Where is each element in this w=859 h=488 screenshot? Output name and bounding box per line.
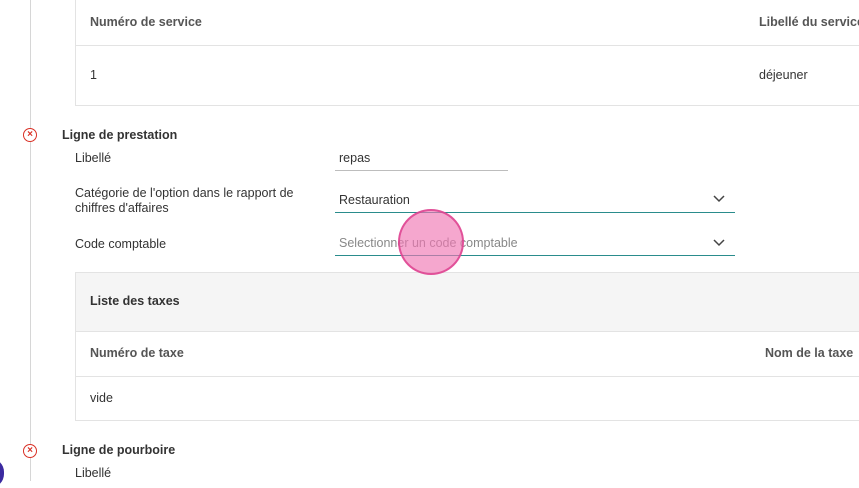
error-icon: × xyxy=(23,444,37,458)
tax-name-header: Nom de la taxe xyxy=(765,346,854,360)
code-comptable-select[interactable]: Selectionner un code comptable xyxy=(339,236,709,250)
libelle-underline xyxy=(335,170,508,171)
code-underline xyxy=(335,255,735,256)
tax-empty-cell: vide xyxy=(90,391,113,405)
divider xyxy=(76,376,859,377)
categorie-select[interactable]: Restauration xyxy=(339,193,729,207)
libelle-label: Libellé xyxy=(75,151,112,165)
chevron-down-icon[interactable] xyxy=(713,236,725,250)
timeline-line xyxy=(30,0,31,481)
divider xyxy=(76,45,859,46)
avatar[interactable] xyxy=(0,458,4,488)
divider xyxy=(76,331,859,332)
chevron-down-icon[interactable] xyxy=(713,192,725,206)
prestation-title: Ligne de prestation xyxy=(62,128,178,142)
categorie-label-line1: Catégorie de l'option dans le rapport de xyxy=(75,186,294,200)
error-icon: × xyxy=(23,128,37,142)
service-number-cell: 1 xyxy=(90,68,97,82)
taxes-header-band xyxy=(76,273,859,331)
libelle-input[interactable]: repas xyxy=(339,151,507,165)
pourboire-title: Ligne de pourboire xyxy=(62,443,176,457)
service-label-cell: déjeuner xyxy=(759,68,808,82)
categorie-label-line2: chiffres d'affaires xyxy=(75,201,169,215)
cursor-highlight xyxy=(398,209,464,275)
categorie-underline xyxy=(335,212,735,213)
service-number-header: Numéro de service xyxy=(90,15,202,29)
code-label: Code comptable xyxy=(75,237,167,251)
tax-number-header: Numéro de taxe xyxy=(90,346,184,360)
pourboire-libelle-label: Libellé xyxy=(75,466,112,480)
service-table: Numéro de service Libellé du service 1 d… xyxy=(75,0,859,106)
taxes-table: Liste des taxes Numéro de taxe Nom de la… xyxy=(75,272,859,421)
service-label-header: Libellé du service xyxy=(759,15,859,29)
taxes-title: Liste des taxes xyxy=(90,294,180,308)
